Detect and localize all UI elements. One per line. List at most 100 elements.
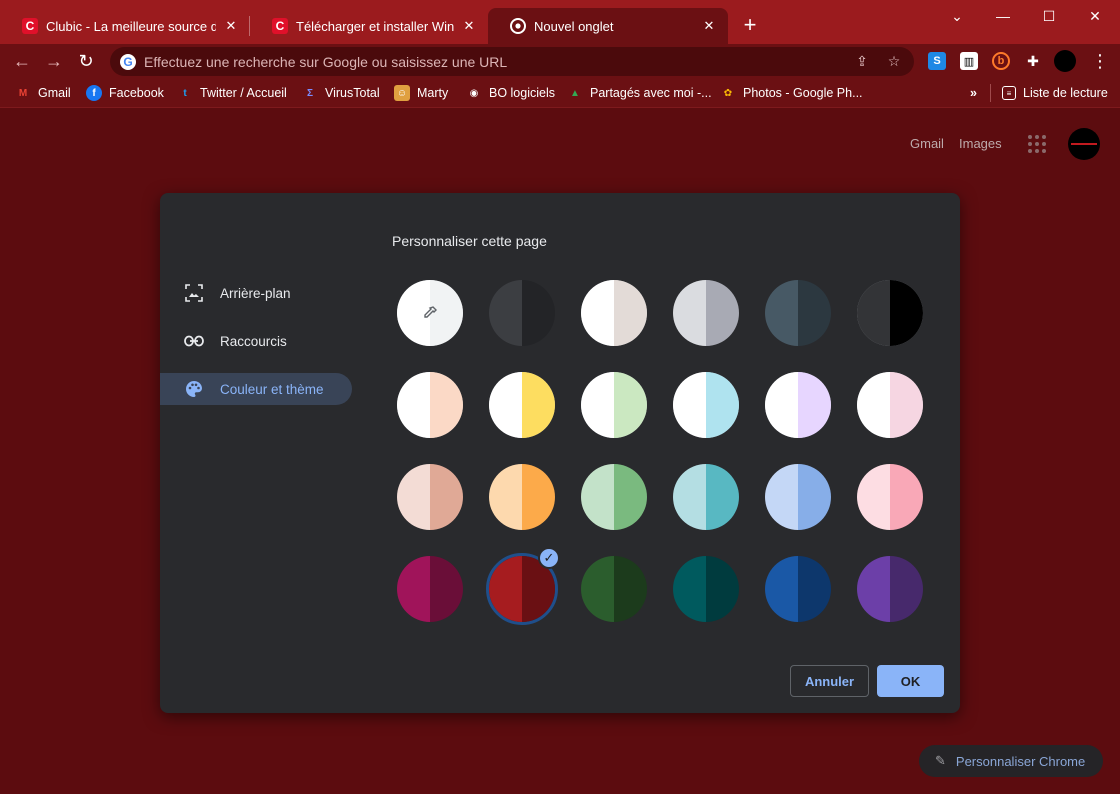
menu-icon[interactable]: ⋮ — [1088, 49, 1112, 73]
tab-title: Télécharger et installer Windows 11 — [296, 18, 454, 34]
tab-title: Clubic - La meilleure source d'info — [46, 18, 216, 34]
twitter-icon: t — [183, 87, 187, 99]
extension-b-icon[interactable]: b — [992, 52, 1010, 70]
bookmark-photos[interactable]: ✿ Photos - Google Ph... — [720, 83, 863, 103]
color-swatch[interactable] — [673, 280, 739, 346]
color-swatch[interactable] — [581, 464, 647, 530]
photos-icon: ✿ — [723, 87, 733, 99]
color-swatch[interactable] — [581, 280, 647, 346]
custom-color-swatch[interactable] — [397, 280, 463, 346]
tab-new-tab[interactable]: Nouvel onglet ✕ — [488, 8, 728, 44]
window-close-icon[interactable]: ✕ — [1072, 2, 1118, 30]
color-swatch[interactable] — [765, 372, 831, 438]
gmail-link[interactable]: Gmail — [910, 136, 944, 151]
color-swatch[interactable] — [765, 280, 831, 346]
close-icon[interactable]: ✕ — [460, 17, 478, 35]
star-icon[interactable]: ☆ — [882, 50, 906, 74]
image-icon — [184, 283, 204, 303]
sidebar-item-shortcuts[interactable]: Raccourcis — [160, 325, 352, 357]
marty-icon: ☺ — [394, 85, 410, 101]
eyedropper-icon — [422, 305, 438, 326]
color-swatch[interactable] — [673, 464, 739, 530]
color-swatch[interactable] — [857, 280, 923, 346]
color-swatch[interactable] — [673, 556, 739, 622]
bookmark-separator — [990, 84, 991, 102]
chrome-icon — [510, 18, 526, 34]
globe-icon: ◉ — [469, 87, 479, 99]
tab-search-icon[interactable]: ⌄ — [934, 2, 980, 30]
omnibox[interactable]: G ⇪ ☆ — [110, 47, 914, 76]
tab-title: Nouvel onglet — [534, 18, 614, 34]
bookmark-bo-logiciels[interactable]: ◉ BO logiciels — [466, 83, 555, 103]
color-swatch[interactable] — [489, 372, 555, 438]
tab-windows[interactable]: C Télécharger et installer Windows 11 ✕ — [250, 8, 488, 44]
color-swatch[interactable] — [857, 464, 923, 530]
reload-icon[interactable]: ↻ — [74, 49, 98, 73]
new-tab-button[interactable]: + — [738, 14, 762, 38]
bookmark-marty[interactable]: ☺ Marty — [394, 83, 448, 103]
forward-icon[interactable]: → — [42, 49, 66, 73]
color-swatch[interactable] — [397, 464, 463, 530]
bookmark-label: Gmail — [38, 86, 71, 100]
bookmark-drive[interactable]: ▲ Partagés avec moi -... — [567, 83, 712, 103]
profile-avatar-icon[interactable] — [1054, 50, 1076, 72]
customize-chrome-button[interactable]: ✎ Personnaliser Chrome — [919, 745, 1103, 777]
color-swatch[interactable] — [765, 556, 831, 622]
sidebar-item-label: Arrière-plan — [220, 285, 291, 301]
color-swatch[interactable] — [397, 372, 463, 438]
color-swatch[interactable] — [581, 556, 647, 622]
bookmark-label: BO logiciels — [489, 86, 555, 100]
close-icon[interactable]: ✕ — [700, 17, 718, 35]
more-bookmarks-icon[interactable]: » — [970, 83, 977, 103]
extensions-puzzle-icon[interactable]: ✚ — [1024, 52, 1042, 70]
bookmark-label: VirusTotal — [325, 86, 380, 100]
sidebar-item-background[interactable]: Arrière-plan — [160, 277, 352, 309]
account-avatar[interactable] — [1068, 128, 1100, 160]
extension-s-icon[interactable]: S — [928, 52, 946, 70]
customize-dialog: Personnaliser cette page Arrière-plan Ra… — [160, 193, 960, 713]
reading-list-button[interactable]: ≡ Liste de lecture — [1002, 83, 1108, 103]
images-link[interactable]: Images — [959, 136, 1002, 151]
bookmark-label: Marty — [417, 86, 449, 100]
facebook-icon: f — [86, 85, 102, 101]
bookmark-label: Facebook — [109, 86, 164, 100]
apps-grid-icon[interactable] — [1026, 133, 1048, 155]
maximize-icon[interactable]: ☐ — [1026, 2, 1072, 30]
clubic-icon: C — [22, 18, 38, 34]
share-icon[interactable]: ⇪ — [850, 50, 874, 74]
back-icon[interactable]: ← — [10, 49, 34, 73]
tab-clubic[interactable]: C Clubic - La meilleure source d'info ✕ — [0, 8, 250, 44]
bookmark-gmail[interactable]: M Gmail — [15, 83, 71, 103]
checkmark-icon: ✓ — [538, 547, 560, 569]
extension-trash-icon[interactable]: ▥ — [960, 52, 978, 70]
bookmark-label: Partagés avec moi -... — [590, 86, 712, 100]
color-swatch[interactable] — [857, 372, 923, 438]
minimize-icon[interactable]: — — [980, 2, 1026, 30]
sidebar-item-label: Raccourcis — [220, 333, 287, 349]
ok-button[interactable]: OK — [877, 665, 944, 697]
cancel-button[interactable]: Annuler — [790, 665, 869, 697]
tab-strip: C Clubic - La meilleure source d'info ✕ … — [0, 0, 1120, 44]
close-icon[interactable]: ✕ — [222, 17, 240, 35]
color-swatch[interactable] — [581, 372, 647, 438]
color-swatch[interactable] — [489, 464, 555, 530]
pencil-icon: ✎ — [935, 753, 946, 768]
virustotal-icon: Σ — [306, 87, 313, 99]
color-swatch[interactable] — [857, 556, 923, 622]
customize-chrome-label: Personnaliser Chrome — [955, 753, 1086, 769]
address-input[interactable] — [144, 53, 850, 70]
google-icon: G — [120, 53, 136, 70]
bookmark-facebook[interactable]: f Facebook — [86, 83, 164, 103]
bookmark-twitter[interactable]: t Twitter / Accueil — [177, 83, 287, 103]
color-swatch[interactable] — [397, 556, 463, 622]
bookmark-virustotal[interactable]: Σ VirusTotal — [302, 83, 380, 103]
drive-icon: ▲ — [570, 87, 580, 99]
color-swatch[interactable] — [673, 372, 739, 438]
bookmark-label: Photos - Google Ph... — [743, 86, 863, 100]
bookmarks-bar: M Gmail f Facebook t Twitter / Accueil Σ… — [0, 78, 1120, 108]
sidebar-item-color-theme[interactable]: Couleur et thème — [160, 373, 352, 405]
color-swatch[interactable] — [765, 464, 831, 530]
color-swatch[interactable] — [489, 280, 555, 346]
toolbar: ← → ↻ G ⇪ ☆ S ▥ b ✚ ⋮ — [0, 44, 1120, 78]
reading-list-icon: ≡ — [1002, 86, 1016, 100]
